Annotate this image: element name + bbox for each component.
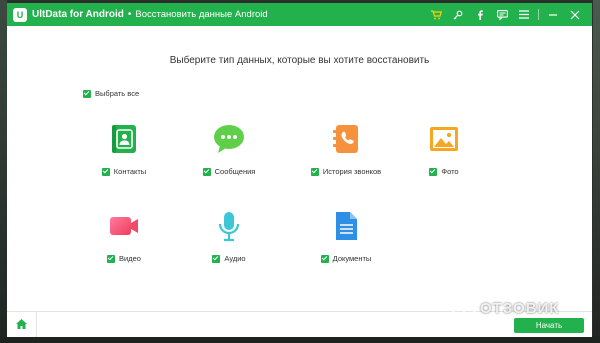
item-label: Контакты bbox=[113, 167, 147, 176]
checkbox-checked-icon[interactable] bbox=[320, 254, 329, 263]
documents-icon bbox=[330, 210, 362, 242]
item-label: Сообщения bbox=[214, 167, 256, 176]
data-type-video[interactable]: Видео bbox=[79, 210, 169, 263]
app-name: UltData for Android bbox=[32, 9, 124, 20]
audio-icon bbox=[213, 210, 245, 242]
checkbox-checked-icon[interactable] bbox=[429, 167, 438, 176]
item-label: История звонков bbox=[322, 167, 382, 176]
select-all-label: Выбрать все bbox=[95, 89, 140, 98]
item-label: Фото bbox=[441, 167, 459, 176]
checkbox-checked-icon[interactable] bbox=[101, 167, 110, 176]
app-subtitle: Восстановить данные Android bbox=[135, 9, 268, 20]
item-label: Документы bbox=[332, 254, 372, 263]
page-heading: Выберите тип данных, которые вы хотите в… bbox=[169, 55, 430, 66]
minimize-icon[interactable] bbox=[542, 3, 564, 26]
data-type-contacts[interactable]: Контакты bbox=[79, 123, 169, 176]
checkbox-checked-icon bbox=[83, 89, 91, 98]
video-icon bbox=[108, 210, 140, 242]
watermark: ОТЗОВИК bbox=[452, 296, 559, 320]
data-type-documents[interactable]: Документы bbox=[301, 210, 391, 263]
close-icon[interactable] bbox=[564, 3, 586, 26]
background-right bbox=[593, 0, 600, 343]
checkbox-checked-icon[interactable] bbox=[202, 167, 211, 176]
item-label: Аудио bbox=[224, 254, 246, 263]
title-separator: • bbox=[127, 9, 132, 20]
messages-icon bbox=[213, 123, 245, 155]
call-history-icon bbox=[330, 123, 362, 155]
checkbox-checked-icon[interactable] bbox=[212, 254, 221, 263]
select-all-checkbox[interactable]: Выбрать все bbox=[83, 89, 139, 98]
watermark-logo-icon bbox=[452, 296, 476, 320]
app-window: U UltData for Android • Восстановить дан… bbox=[7, 3, 592, 337]
title-bar-icons bbox=[425, 3, 586, 26]
app-logo: U bbox=[13, 7, 27, 22]
title-bar: U UltData for Android • Восстановить дан… bbox=[7, 3, 592, 26]
checkbox-checked-icon[interactable] bbox=[310, 167, 319, 176]
item-label: Видео bbox=[119, 254, 141, 263]
watermark-text: ОТЗОВИК bbox=[480, 299, 560, 317]
title-divider bbox=[538, 9, 539, 20]
background-bottom bbox=[0, 336, 600, 343]
home-button[interactable] bbox=[7, 312, 37, 337]
contacts-icon bbox=[108, 123, 140, 155]
feedback-icon[interactable] bbox=[491, 3, 513, 26]
home-icon bbox=[16, 316, 27, 334]
key-icon[interactable] bbox=[447, 3, 469, 26]
menu-icon[interactable] bbox=[513, 3, 535, 26]
checkbox-checked-icon[interactable] bbox=[107, 254, 116, 263]
start-button[interactable]: Начать bbox=[514, 318, 584, 333]
photo-icon bbox=[428, 123, 460, 155]
cart-icon[interactable] bbox=[425, 3, 447, 26]
data-type-photo[interactable]: Фото bbox=[399, 123, 489, 176]
facebook-icon[interactable] bbox=[469, 3, 491, 26]
data-type-call-history[interactable]: История звонков bbox=[301, 123, 391, 176]
data-type-audio[interactable]: Аудио bbox=[184, 210, 274, 263]
background-left bbox=[0, 0, 7, 343]
data-type-messages[interactable]: Сообщения bbox=[184, 123, 274, 176]
